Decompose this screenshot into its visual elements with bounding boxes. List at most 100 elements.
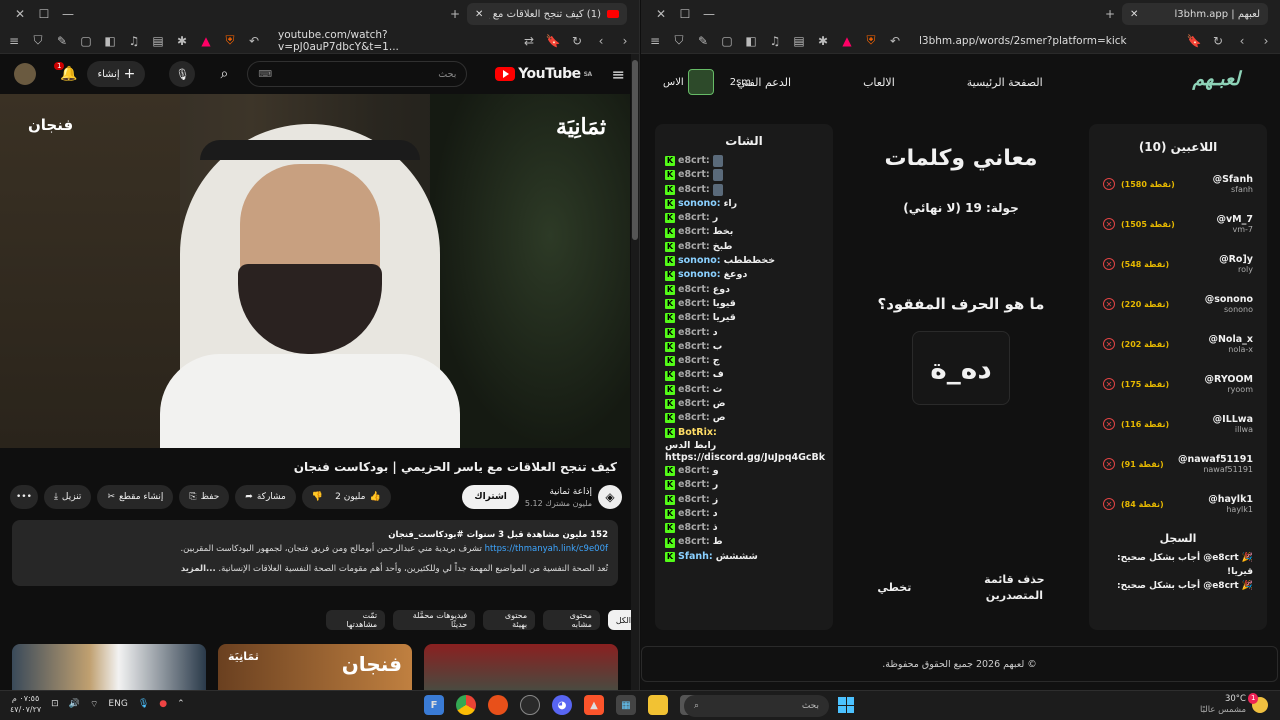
- shield-icon[interactable]: ⛉: [671, 33, 687, 49]
- brave-icon[interactable]: ▲: [584, 695, 604, 715]
- skip-button[interactable]: تخطي: [877, 580, 911, 596]
- description-link[interactable]: https://thmanyah.link/c9e00f: [485, 544, 608, 554]
- notifications-icon[interactable]: 🔔 1: [54, 62, 77, 82]
- chat-username[interactable]: e8crt:: [678, 411, 710, 425]
- maximize-icon[interactable]: ☐: [673, 7, 697, 21]
- forward-icon[interactable]: ›: [1258, 33, 1274, 49]
- taskbar-search[interactable]: بحث ⌕: [684, 695, 829, 717]
- chat-username[interactable]: e8crt:: [678, 326, 710, 340]
- chat-username[interactable]: e8crt:: [678, 340, 710, 354]
- shield-icon[interactable]: ⛉: [30, 33, 46, 49]
- subscribe-button[interactable]: اشتراك: [462, 485, 519, 509]
- wallet-icon[interactable]: ▤: [791, 33, 807, 49]
- chat-username[interactable]: e8crt:: [678, 493, 710, 507]
- chat-username[interactable]: e8crt:: [678, 535, 710, 549]
- chat-username[interactable]: sonono:: [678, 254, 721, 268]
- video-player[interactable]: [0, 94, 630, 448]
- chat-username[interactable]: e8crt:: [678, 478, 710, 492]
- chat-username[interactable]: e8crt:: [678, 183, 710, 197]
- chat-username[interactable]: e8crt:: [678, 397, 710, 411]
- rewards-icon[interactable]: ▲: [839, 33, 855, 49]
- clock[interactable]: ٠٧:٥٥ م ٤٧/٠٧/٢٧: [10, 693, 41, 715]
- wifi-icon[interactable]: ⌔: [90, 699, 98, 710]
- user-avatar[interactable]: [687, 69, 714, 95]
- page-scrollbar[interactable]: [631, 54, 639, 690]
- nav-more[interactable]: الاس: [663, 77, 684, 88]
- reload-small-icon[interactable]: ↶: [246, 33, 262, 49]
- keyboard-icon[interactable]: ⌨: [258, 69, 272, 80]
- show-more-link[interactable]: ...المزيد: [181, 564, 216, 574]
- chip-similar[interactable]: محتوى مشابه: [543, 610, 600, 630]
- chat-username[interactable]: sonono:: [678, 197, 721, 211]
- channel-avatar[interactable]: ◈: [598, 485, 622, 509]
- address-bar[interactable]: youtube.com/watch?v=pJ0auP7dbcY&t=1...: [270, 29, 513, 53]
- dislike-icon[interactable]: 👎: [312, 492, 323, 502]
- remove-player-icon[interactable]: ✕: [1103, 418, 1115, 430]
- tab-close-icon[interactable]: ✕: [1130, 9, 1138, 20]
- nav-support[interactable]: الدعم الفني: [737, 76, 791, 89]
- music-icon[interactable]: ♫: [767, 33, 783, 49]
- remove-player-icon[interactable]: ✕: [1103, 498, 1115, 510]
- remove-player-icon[interactable]: ✕: [1103, 178, 1115, 190]
- share-button[interactable]: ➦ مشاركة: [235, 485, 296, 509]
- chat-username[interactable]: e8crt:: [678, 154, 710, 168]
- language-indicator[interactable]: ENG: [108, 699, 127, 709]
- search-input[interactable]: ⌨ بحث: [247, 61, 468, 87]
- video-description[interactable]: 152 مليون مشاهدة قبل 3 سنوات #بودكاست_فن…: [12, 520, 618, 586]
- chip-from-channel[interactable]: محتوى بهيئة: [483, 610, 536, 630]
- reload-icon[interactable]: ↻: [1210, 33, 1226, 49]
- bookmark-page-icon[interactable]: 🔖: [545, 33, 561, 49]
- sidebar-icon[interactable]: ◧: [102, 33, 118, 49]
- video-thumb[interactable]: [12, 644, 206, 690]
- app-icon-files[interactable]: F: [424, 695, 444, 715]
- hamburger-icon[interactable]: ≡: [612, 65, 625, 84]
- remove-player-icon[interactable]: ✕: [1103, 298, 1115, 310]
- youtube-logo[interactable]: YouTube SA: [495, 66, 592, 82]
- chat-username[interactable]: e8crt:: [678, 354, 710, 368]
- bookmark-icon[interactable]: ▢: [78, 33, 94, 49]
- brave-shield-icon[interactable]: ⛨: [863, 33, 879, 49]
- close-window-icon[interactable]: ✕: [8, 7, 32, 21]
- maximize-icon[interactable]: ☐: [32, 7, 56, 21]
- chat-username[interactable]: e8crt:: [678, 240, 710, 254]
- chevron-up-icon[interactable]: ⌃: [177, 699, 185, 709]
- discord-icon[interactable]: ◕: [552, 695, 572, 715]
- volume-icon[interactable]: 🔊: [69, 699, 80, 709]
- channel-info[interactable]: إذاعة ثمانية 5.12 مليون مشترك: [525, 487, 592, 508]
- puzzle-icon[interactable]: ✱: [815, 33, 831, 49]
- nav-games[interactable]: الالعاب: [863, 76, 895, 89]
- save-button[interactable]: ⎘ حفظ: [179, 485, 230, 509]
- chat-username[interactable]: BotRix:: [678, 426, 717, 440]
- chat-username[interactable]: e8crt:: [678, 297, 710, 311]
- tab-close-icon[interactable]: ✕: [475, 9, 483, 20]
- folder-icon[interactable]: [648, 695, 668, 715]
- tab-youtube[interactable]: ✕ (1) كيف تنجح العلاقات مع ياسر: [467, 3, 627, 25]
- remove-player-icon[interactable]: ✕: [1103, 378, 1115, 390]
- create-button[interactable]: إنشاء +: [87, 61, 146, 87]
- site-logo[interactable]: لعبـهم: [1192, 68, 1240, 90]
- more-actions-button[interactable]: •••: [10, 485, 38, 509]
- bookmark-page-icon[interactable]: 🔖: [1186, 33, 1202, 49]
- clear-leaderboard-button[interactable]: حذف قائمة المتصدرين: [984, 572, 1044, 604]
- notifications-tray-icon[interactable]: ⊡: [51, 699, 59, 709]
- chat-username[interactable]: e8crt:: [678, 211, 710, 225]
- menu-icon[interactable]: ≡: [6, 33, 22, 49]
- mic-icon[interactable]: 🎙: [169, 61, 196, 87]
- remove-player-icon[interactable]: ✕: [1103, 338, 1115, 350]
- scrollbar-thumb[interactable]: [632, 60, 638, 240]
- address-bar[interactable]: l3bhm.app/words/2smer?platform=kick: [911, 31, 1178, 51]
- clip-button[interactable]: ✂ إنشاء مقطع: [97, 485, 174, 509]
- back-icon[interactable]: ‹: [1234, 33, 1250, 49]
- like-button[interactable]: 2 مليون 👍: [335, 492, 381, 502]
- back-icon[interactable]: ‹: [593, 33, 609, 49]
- minimize-icon[interactable]: —: [697, 7, 721, 21]
- start-button[interactable]: [838, 697, 854, 713]
- chat-username[interactable]: Sfanh:: [678, 550, 713, 564]
- mic-tray-icon[interactable]: 🎙: [138, 699, 149, 709]
- sidebar-icon[interactable]: ◧: [743, 33, 759, 49]
- remove-player-icon[interactable]: ✕: [1103, 458, 1115, 470]
- close-window-icon[interactable]: ✕: [649, 7, 673, 21]
- app-tray-icon[interactable]: ●: [159, 699, 167, 709]
- wallet-icon[interactable]: ▤: [150, 33, 166, 49]
- remove-player-icon[interactable]: ✕: [1103, 258, 1115, 270]
